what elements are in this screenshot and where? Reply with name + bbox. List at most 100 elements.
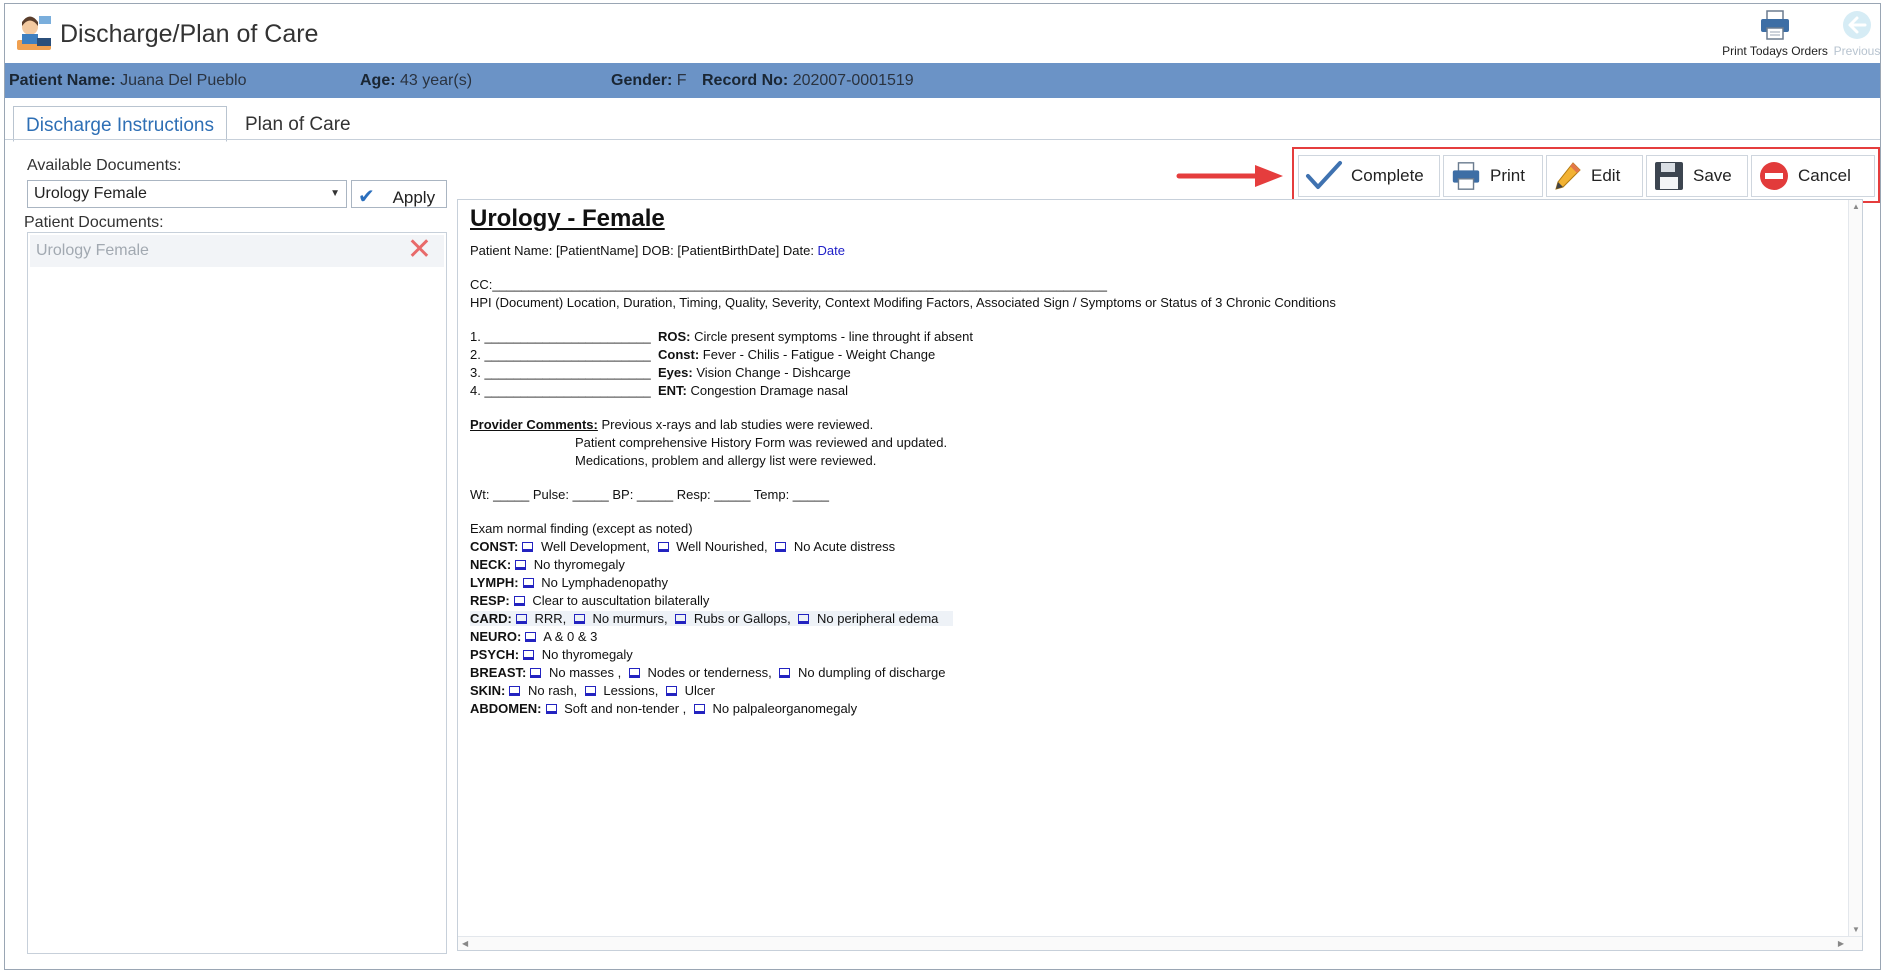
numbered-text: Fever - Chilis - Fatigue - Weight Change bbox=[702, 347, 936, 362]
checkbox[interactable] bbox=[657, 542, 669, 552]
exam-key: SKIN: bbox=[470, 683, 506, 698]
exam-item: Ulcer bbox=[684, 683, 715, 698]
provider-comments-label: Provider Comments: bbox=[470, 417, 598, 432]
exam-row: ABDOMEN: Soft and non-tender , No palpal… bbox=[470, 700, 1336, 718]
hpi-line: HPI (Document) Location, Duration, Timin… bbox=[470, 295, 1336, 310]
exam-key: ABDOMEN: bbox=[470, 701, 542, 716]
red-arrow-annotation bbox=[1176, 165, 1283, 187]
patient-age-value: 43 year(s) bbox=[400, 72, 473, 89]
list-item[interactable]: Urology Female ✕ bbox=[30, 235, 444, 267]
scroll-left-arrow-icon[interactable]: ◀ bbox=[462, 939, 468, 948]
previous-label: Previous bbox=[1833, 44, 1881, 58]
exam-row: CARD: RRR, No murmurs, Rubs or Gallops, … bbox=[470, 610, 1336, 628]
checkbox[interactable] bbox=[573, 614, 585, 624]
document-editor[interactable]: Urology - Female Patient Name: [PatientN… bbox=[457, 199, 1863, 951]
document-toolbar: Complete Print Edit Save Cancel bbox=[1292, 147, 1880, 203]
no-entry-icon bbox=[1758, 160, 1790, 192]
checkbox[interactable] bbox=[584, 686, 596, 696]
scroll-right-arrow-icon[interactable]: ▶ bbox=[1838, 939, 1844, 948]
checkbox[interactable] bbox=[693, 704, 705, 714]
exam-item: Well Nourished, bbox=[676, 539, 768, 554]
print-button[interactable]: Print bbox=[1443, 155, 1543, 197]
provider-comments-line: Provider Comments: Previous x-rays and l… bbox=[470, 416, 1336, 434]
scroll-up-arrow-icon[interactable]: ▲ bbox=[1852, 202, 1860, 211]
checkbox[interactable] bbox=[515, 614, 527, 624]
exam-row: BREAST: No masses , Nodes or tenderness,… bbox=[470, 664, 1336, 682]
numbered-key: Eyes: bbox=[657, 365, 693, 380]
checkbox[interactable] bbox=[513, 596, 525, 606]
save-button[interactable]: Save bbox=[1646, 155, 1748, 197]
numbered-blank: 1. _______________________ bbox=[470, 329, 651, 344]
edit-label: Edit bbox=[1591, 166, 1621, 185]
numbered-text: Vision Change - Dishcarge bbox=[696, 365, 851, 380]
checkbox[interactable] bbox=[665, 686, 677, 696]
available-documents-dropdown[interactable]: Urology Female ▼ bbox=[27, 180, 347, 208]
exam-item: No rash, bbox=[528, 683, 578, 698]
printer-icon bbox=[1761, 10, 1789, 40]
numbered-key: ENT: bbox=[657, 383, 687, 398]
numbered-row: 4. _______________________ ENT: Congesti… bbox=[470, 382, 1336, 400]
checkbox[interactable] bbox=[515, 560, 527, 570]
checkbox[interactable] bbox=[545, 704, 557, 714]
vertical-scrollbar[interactable]: ▲ ▼ bbox=[1848, 200, 1862, 950]
exam-item: RRR, bbox=[534, 611, 567, 626]
checkbox[interactable] bbox=[509, 686, 521, 696]
numbered-blank: 4. _______________________ bbox=[470, 383, 651, 398]
checkbox[interactable] bbox=[522, 578, 534, 588]
patient-age-field: Age: 43 year(s) bbox=[360, 72, 472, 90]
checkbox[interactable] bbox=[779, 668, 791, 678]
exam-item: A & 0 & 3 bbox=[543, 629, 598, 644]
exam-list: CONST: Well Development, Well Nourished,… bbox=[470, 538, 1336, 718]
exam-key: CONST: bbox=[470, 539, 519, 554]
cc-line: CC:_____________________________________… bbox=[470, 277, 1107, 292]
patient-record-value: 202007-0001519 bbox=[792, 72, 914, 89]
patient-gender-field: Gender: F bbox=[611, 72, 687, 90]
exam-item: No masses , bbox=[548, 665, 622, 680]
checkbox[interactable] bbox=[675, 614, 687, 624]
checkbox[interactable] bbox=[523, 650, 535, 660]
horizontal-scrollbar[interactable]: ◀ ▶ bbox=[458, 936, 1862, 950]
apply-label: Apply bbox=[392, 188, 436, 207]
available-documents-value: Urology Female bbox=[34, 185, 147, 202]
highlighted-row: CARD: RRR, No murmurs, Rubs or Gallops, … bbox=[470, 611, 953, 626]
complete-button[interactable]: Complete bbox=[1298, 155, 1440, 197]
exam-row: NECK: No thyromegaly bbox=[470, 556, 1336, 574]
edit-button[interactable]: Edit bbox=[1546, 155, 1643, 197]
apply-button[interactable]: ✔ Apply bbox=[351, 180, 447, 208]
exam-item: Clear to auscultation bilaterally bbox=[532, 593, 710, 608]
scroll-down-arrow-icon[interactable]: ▼ bbox=[1852, 925, 1860, 934]
patient-name-field: Patient Name: Juana Del Pueblo bbox=[9, 72, 246, 90]
checkbox[interactable] bbox=[775, 542, 787, 552]
numbered-row: 1. _______________________ ROS: Circle p… bbox=[470, 328, 1336, 346]
checkbox[interactable] bbox=[522, 542, 534, 552]
patient-name-label: Patient Name: bbox=[9, 72, 116, 89]
doctor-app-icon bbox=[17, 16, 51, 50]
document-header-line: Patient Name: [PatientName] DOB: [Patien… bbox=[470, 242, 1336, 260]
patient-documents-label: Patient Documents: bbox=[24, 214, 164, 231]
checkbox[interactable] bbox=[525, 632, 537, 642]
exam-item: Well Development, bbox=[541, 539, 650, 554]
numbered-key: ROS: bbox=[657, 329, 691, 344]
remove-x-icon[interactable]: ✕ bbox=[407, 235, 432, 265]
exam-item: Soft and non-tender , bbox=[564, 701, 687, 716]
print-todays-orders-button[interactable]: Print Todays Orders bbox=[1720, 8, 1830, 58]
checkbox[interactable] bbox=[530, 668, 542, 678]
print-todays-orders-label: Print Todays Orders bbox=[1722, 44, 1828, 58]
exam-row: PSYCH: No thyromegaly bbox=[470, 646, 1336, 664]
document-date-field[interactable]: Date bbox=[818, 243, 845, 258]
cancel-button[interactable]: Cancel bbox=[1751, 155, 1875, 197]
save-label: Save bbox=[1693, 166, 1732, 185]
provider-comment-line: Patient comprehensive History Form was r… bbox=[575, 435, 948, 450]
numbered-blank: 3. _______________________ bbox=[470, 365, 651, 380]
exam-key: NECK: bbox=[470, 557, 512, 572]
checkbox[interactable] bbox=[628, 668, 640, 678]
back-arrow-icon bbox=[1843, 11, 1871, 39]
numbered-row: 3. _______________________ Eyes: Vision … bbox=[470, 364, 1336, 382]
checkbox[interactable] bbox=[798, 614, 810, 624]
tab-strip: Discharge Instructions Plan of Care bbox=[5, 102, 1880, 142]
previous-button[interactable]: Previous bbox=[1833, 8, 1881, 58]
exam-item: No dumpling of discharge bbox=[798, 665, 946, 680]
tab-plan-of-care[interactable]: Plan of Care bbox=[233, 106, 363, 142]
numbered-blank: 2. _______________________ bbox=[470, 347, 651, 362]
tab-discharge-instructions[interactable]: Discharge Instructions bbox=[13, 106, 227, 142]
